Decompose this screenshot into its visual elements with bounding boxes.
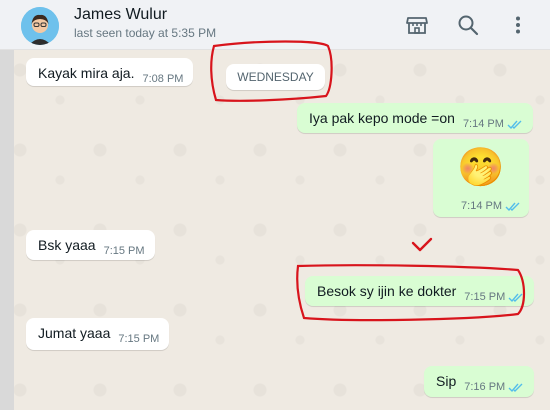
message-meta: 7:14 PM	[463, 118, 523, 130]
contact-avatar[interactable]	[21, 7, 59, 45]
message-outgoing[interactable]: 🤭 7:14 PM	[433, 139, 529, 217]
search-icon[interactable]	[456, 13, 480, 37]
double-check-icon	[508, 383, 523, 392]
message-text: Bsk yaaa	[38, 237, 96, 254]
double-check-icon	[505, 202, 520, 211]
message-incoming[interactable]: Jumat yaaa 7:15 PM	[26, 318, 170, 350]
message-incoming[interactable]: Kayak mira aja. 7:08 PM	[26, 58, 194, 86]
message-time: 7:15 PM	[103, 245, 145, 258]
message-time: 7:08 PM	[142, 73, 184, 86]
double-check-icon	[508, 293, 523, 302]
message-incoming[interactable]: Bsk yaaa 7:15 PM	[26, 230, 155, 260]
message-time: 7:15 PM	[464, 291, 506, 304]
contact-status: last seen today at 5:35 PM	[74, 26, 217, 40]
message-text: Kayak mira aja.	[38, 65, 135, 82]
chat-header[interactable]: James Wulur last seen today at 5:35 PM	[0, 0, 550, 50]
message-emoji: 🤭	[457, 147, 505, 189]
message-text: Jumat yaaa	[38, 325, 111, 342]
message-text: Sip	[436, 373, 457, 390]
message-meta: 7:16 PM	[464, 381, 524, 393]
double-check-icon	[507, 120, 522, 129]
message-meta: 7:14 PM	[461, 200, 521, 212]
date-separator: WEDNESDAY	[226, 64, 325, 90]
left-pane-edge	[0, 0, 14, 410]
message-text: Iya pak kepo mode =on	[309, 110, 455, 127]
store-icon[interactable]	[405, 13, 429, 37]
message-time: 7:14 PM	[461, 200, 502, 212]
message-outgoing[interactable]: Sip 7:16 PM	[424, 366, 535, 397]
message-meta: 7:15 PM	[464, 291, 524, 303]
message-time: 7:14 PM	[462, 118, 504, 131]
message-text: Besok sy ijin ke dokter	[317, 283, 457, 300]
message-time: 7:16 PM	[464, 381, 506, 394]
more-vert-icon[interactable]	[506, 13, 530, 37]
message-outgoing[interactable]: Iya pak kepo mode =on 7:14 PM	[297, 103, 533, 133]
message-outgoing[interactable]: Besok sy ijin ke dokter 7:15 PM	[305, 276, 535, 306]
avatar-icon	[21, 7, 59, 45]
contact-name[interactable]: James Wulur	[74, 6, 167, 24]
message-time: 7:15 PM	[118, 333, 160, 346]
